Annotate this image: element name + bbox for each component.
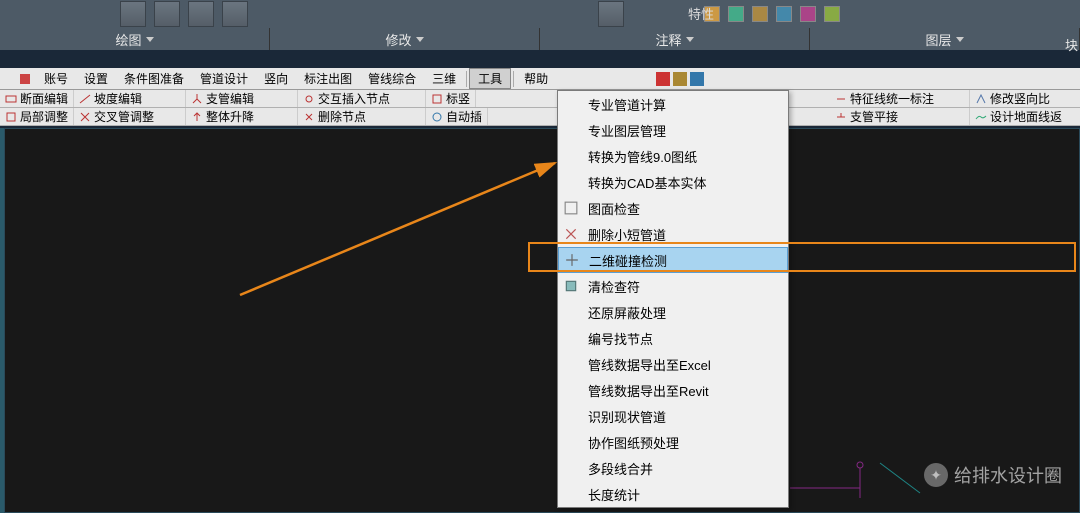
tool-mod-vert-ratio[interactable]: 修改竖向比 <box>970 90 1080 107</box>
wechat-icon: ✦ <box>924 463 948 487</box>
menu-settings[interactable]: 设置 <box>76 68 116 89</box>
menu-account[interactable]: 账号 <box>36 68 76 89</box>
menu-cond-prep[interactable]: 条件图准备 <box>116 68 192 89</box>
collision-icon <box>565 253 579 267</box>
ribbon-icon[interactable] <box>154 1 180 27</box>
tool-cross-adjust[interactable]: 交叉管调整 <box>74 108 186 125</box>
watermark: ✦ 给排水设计圈 <box>924 462 1062 488</box>
tool-insert-node[interactable]: 交互插入节点 <box>298 90 426 107</box>
dd-pro-layer-mgr[interactable]: 专业图层管理 <box>558 117 788 143</box>
tool-section-edit[interactable]: 断面编辑 <box>0 90 74 107</box>
tool-delete-node[interactable]: 删除节点 <box>298 108 426 125</box>
toolbar-icon[interactable] <box>656 72 670 86</box>
tool-vert-label[interactable]: 标竖 <box>426 90 476 107</box>
dd-polyline-merge[interactable]: 多段线合并 <box>558 455 788 481</box>
menu-vertical[interactable]: 竖向 <box>256 68 296 89</box>
dd-find-node[interactable]: 编号找节点 <box>558 325 788 351</box>
toolbar-icon[interactable] <box>673 72 687 86</box>
layer-icon[interactable] <box>776 6 792 22</box>
category-tabs: 绘图 修改 注释 图层 <box>0 28 1080 50</box>
tool-branch-edit[interactable]: 支管编辑 <box>186 90 298 107</box>
tool-feature-label[interactable]: 特征线统一标注 <box>830 90 970 107</box>
category-annotate[interactable]: 注释 <box>540 28 810 50</box>
ribbon-icon[interactable] <box>188 1 214 27</box>
menu-tools[interactable]: 工具 <box>469 68 511 89</box>
watermark-text: 给排水设计圈 <box>954 462 1062 488</box>
clear-icon <box>564 279 578 293</box>
layer-icon[interactable] <box>824 6 840 22</box>
dd-export-excel[interactable]: 管线数据导出至Excel <box>558 351 788 377</box>
category-layer[interactable]: 图层 <box>810 28 1080 50</box>
ribbon-icon-row: 特性 <box>0 0 1080 28</box>
dd-restore-mask[interactable]: 还原屏蔽处理 <box>558 299 788 325</box>
tool-local-adjust[interactable]: 局部调整 <box>0 108 74 125</box>
toolbar-icon[interactable] <box>690 72 704 86</box>
chevron-down-icon <box>146 37 154 42</box>
dd-collab-preprocess[interactable]: 协作图纸预处理 <box>558 429 788 455</box>
chevron-down-icon <box>686 37 694 42</box>
layer-icon[interactable] <box>752 6 768 22</box>
menu-help[interactable]: 帮助 <box>516 68 556 89</box>
properties-label: 特性 <box>688 4 714 23</box>
delete-icon <box>564 227 578 241</box>
dd-pro-pipe-calc[interactable]: 专业管道计算 <box>558 91 788 117</box>
dd-export-revit[interactable]: 管线数据导出至Revit <box>558 377 788 403</box>
dd-convert-cad[interactable]: 转换为CAD基本实体 <box>558 169 788 195</box>
dd-convert-90[interactable]: 转换为管线9.0图纸 <box>558 143 788 169</box>
ribbon-icon[interactable] <box>222 1 248 27</box>
dd-drawing-check[interactable]: 图面检查 <box>558 195 788 221</box>
dd-clear-check[interactable]: 清检查符 <box>558 273 788 299</box>
ribbon-icon[interactable] <box>598 1 624 27</box>
tool-branch-flat[interactable]: 支管平接 <box>830 108 970 125</box>
menubar: 账号 设置 条件图准备 管道设计 竖向 标注出图 管线综合 三维 工具 帮助 <box>0 68 1080 90</box>
chevron-down-icon <box>956 37 964 42</box>
tool-auto-insert[interactable]: 自动插 <box>426 108 488 125</box>
tool-whole-lift[interactable]: 整体升降 <box>186 108 298 125</box>
tool-design-ground[interactable]: 设计地面线返 <box>970 108 1080 125</box>
tool-slope-edit[interactable]: 坡度编辑 <box>74 90 186 107</box>
toolbar-row-2: 局部调整 交叉管调整 整体升降 删除节点 自动插 支管平接 设计地面线返 <box>0 108 1080 126</box>
toolbar-row-1: 断面编辑 坡度编辑 支管编辑 交互插入节点 标竖 特征线统一标注 修改竖向比 <box>0 90 1080 108</box>
chevron-down-icon <box>416 37 424 42</box>
menu-annotate-out[interactable]: 标注出图 <box>296 68 360 89</box>
ribbon-icon[interactable] <box>120 1 146 27</box>
check-icon <box>564 201 578 215</box>
category-draw[interactable]: 绘图 <box>0 28 270 50</box>
category-modify[interactable]: 修改 <box>270 28 540 50</box>
layer-icon[interactable] <box>728 6 744 22</box>
dd-identify-pipe[interactable]: 识别现状管道 <box>558 403 788 429</box>
separator <box>466 71 467 87</box>
layer-icon[interactable] <box>800 6 816 22</box>
dd-length-stat[interactable]: 长度统计 <box>558 481 788 507</box>
dd-del-short-pipe[interactable]: 删除小短管道 <box>558 221 788 247</box>
menu-3d[interactable]: 三维 <box>424 68 464 89</box>
separator <box>513 71 514 87</box>
tools-dropdown: 专业管道计算 专业图层管理 转换为管线9.0图纸 转换为CAD基本实体 图面检查… <box>557 90 789 508</box>
dd-2d-collision[interactable]: 二维碰撞检测 <box>558 247 788 273</box>
menu-pipeline-combo[interactable]: 管线综合 <box>360 68 424 89</box>
app-icon <box>20 74 30 84</box>
category-block[interactable]: 块 <box>1065 35 1078 54</box>
menu-pipe-design[interactable]: 管道设计 <box>192 68 256 89</box>
